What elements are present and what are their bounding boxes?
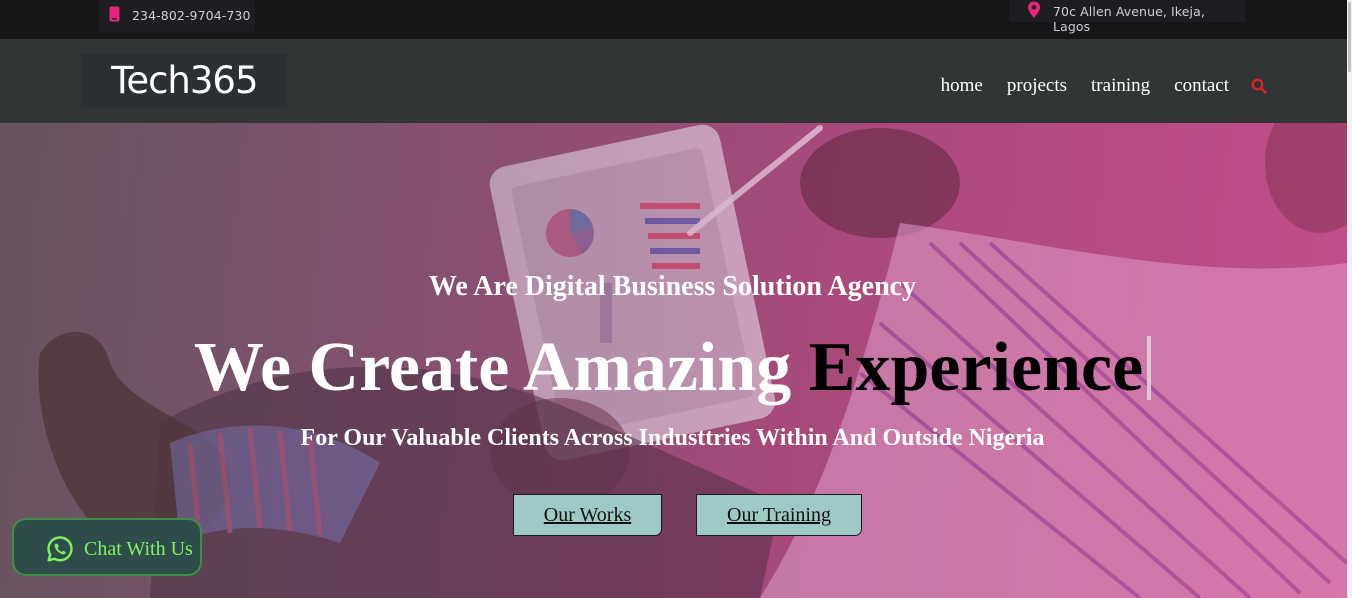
chat-label: Chat With Us xyxy=(84,538,193,560)
whatsapp-chat-button[interactable]: Chat With Us xyxy=(12,518,202,576)
logo-text: Tech365 xyxy=(111,59,258,102)
phone-number: 234-802-9704-730 xyxy=(132,8,251,23)
hero-section: We Are Digital Business Solution Agency … xyxy=(0,123,1347,598)
nav-contact[interactable]: contact xyxy=(1174,75,1229,97)
top-bar: 234-802-9704-730 70c Allen Avenue, Ikeja… xyxy=(0,0,1347,39)
map-pin-icon xyxy=(1028,1,1040,18)
scrollbar-thumb[interactable] xyxy=(1348,2,1351,72)
page-scrollbar[interactable] xyxy=(1347,0,1352,598)
our-works-button[interactable]: Our Works xyxy=(513,494,662,536)
hero-subtitle: We Are Digital Business Solution Agency xyxy=(428,271,917,302)
nav-home[interactable]: home xyxy=(941,75,983,97)
hero-tagline: For Our Valuable Clients Across Industtr… xyxy=(300,425,1045,451)
nav-training[interactable]: training xyxy=(1091,75,1150,97)
nav-projects[interactable]: projects xyxy=(1007,75,1067,97)
hero-headline: We Create Amazing Experience xyxy=(0,328,1345,408)
address-text: 70c Allen Avenue, Ikeja, Lagos xyxy=(1053,4,1205,34)
headline-highlight: Experience xyxy=(808,329,1144,406)
headline-text: We Create Amazing xyxy=(193,329,809,406)
typing-cursor xyxy=(1147,336,1152,400)
search-icon[interactable] xyxy=(1251,78,1267,94)
main-navbar: Tech365 home projects training contact xyxy=(0,39,1347,123)
whatsapp-icon xyxy=(47,536,73,562)
address-contact[interactable]: 70c Allen Avenue, Ikeja, Lagos xyxy=(1009,0,1245,34)
phone-contact[interactable]: 234-802-9704-730 xyxy=(99,0,255,32)
our-training-button[interactable]: Our Training xyxy=(696,494,862,536)
phone-icon xyxy=(109,6,120,22)
main-nav: home projects training contact xyxy=(917,75,1267,97)
logo[interactable]: Tech365 xyxy=(81,54,287,108)
